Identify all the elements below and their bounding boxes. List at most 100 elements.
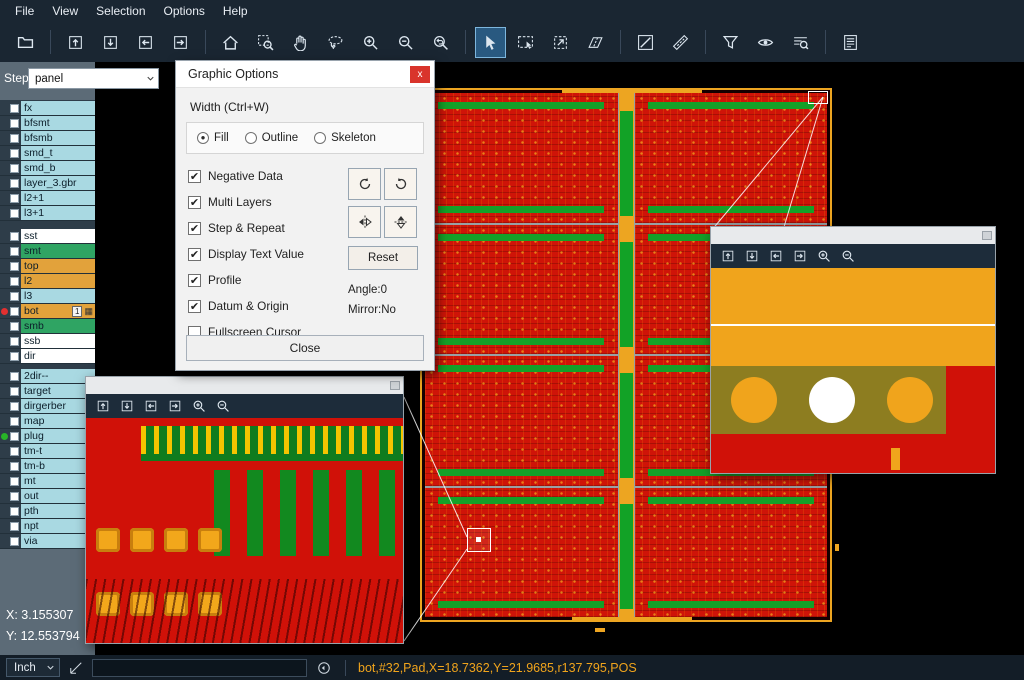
layer-visibility-checkbox[interactable]: [10, 164, 19, 173]
layer-visibility-checkbox[interactable]: [10, 337, 19, 346]
layer-visibility-checkbox[interactable]: [10, 247, 19, 256]
layer-row[interactable]: layer_3.gbr: [0, 176, 95, 191]
layer-visibility-checkbox[interactable]: [10, 507, 19, 516]
layer-visibility-checkbox[interactable]: [10, 149, 19, 158]
layer-row[interactable]: l2+1: [0, 191, 95, 206]
rectangle-select-button[interactable]: [511, 28, 540, 57]
layer-row[interactable]: tm-t: [0, 444, 95, 459]
home-view-button[interactable]: [216, 28, 245, 57]
layer-row[interactable]: npt: [0, 519, 95, 534]
menu-item[interactable]: Help: [214, 2, 257, 20]
layer-cell[interactable]: mt: [21, 474, 95, 488]
line-tool-button[interactable]: [631, 28, 660, 57]
layer-cell[interactable]: 2dir--: [21, 369, 95, 383]
layer-row[interactable]: l3+1: [0, 206, 95, 221]
display-option-checkbox[interactable]: ✔ Display Text Value: [188, 246, 346, 262]
layer-visibility-checkbox[interactable]: [10, 372, 19, 381]
layer-cell[interactable]: dir: [21, 349, 95, 363]
import-top-button[interactable]: [721, 249, 735, 263]
group-select-button[interactable]: [546, 28, 575, 57]
layer-cell[interactable]: l3: [21, 289, 95, 303]
import-bottom-button[interactable]: [120, 399, 134, 413]
layer-cell[interactable]: ssb: [21, 334, 95, 348]
layer-cell[interactable]: out: [21, 489, 95, 503]
layer-row[interactable]: smt: [0, 244, 95, 259]
import-top-button[interactable]: [96, 399, 110, 413]
layer-visibility-checkbox[interactable]: [10, 352, 19, 361]
rotate-ccw-button[interactable]: [384, 168, 417, 200]
layer-cell[interactable]: bot 1 ▦: [21, 304, 95, 318]
layer-cell[interactable]: l2+1: [21, 191, 95, 205]
zoom-view-1[interactable]: [86, 418, 403, 643]
import-right-button[interactable]: [793, 249, 807, 263]
layer-cell[interactable]: smd_b: [21, 161, 95, 175]
reset-button[interactable]: Reset: [348, 246, 418, 270]
visibility-button[interactable]: [751, 28, 780, 57]
measure-button[interactable]: [666, 28, 695, 57]
find-button[interactable]: [786, 28, 815, 57]
layer-row[interactable]: target: [0, 384, 95, 399]
width-mode-radio[interactable]: ● Fill: [197, 132, 229, 144]
dialog-close-button[interactable]: x: [410, 66, 430, 83]
layer-cell[interactable]: top: [21, 259, 95, 273]
import-left-button[interactable]: [131, 28, 160, 57]
layer-visibility-checkbox[interactable]: [10, 462, 19, 471]
layer-row[interactable]: smd_t: [0, 146, 95, 161]
zoom-view-2[interactable]: [711, 268, 995, 473]
layer-visibility-checkbox[interactable]: [10, 387, 19, 396]
window-control-button[interactable]: [390, 381, 400, 390]
layer-visibility-checkbox[interactable]: [10, 262, 19, 271]
display-option-checkbox[interactable]: ✔ Step & Repeat: [188, 220, 346, 236]
layer-row[interactable]: ssb: [0, 334, 95, 349]
zoom-window-titlebar[interactable]: [711, 227, 995, 244]
report-button[interactable]: [836, 28, 865, 57]
layer-row[interactable]: dir: [0, 349, 95, 364]
cursor-select-button[interactable]: [476, 28, 505, 57]
filter-button[interactable]: [716, 28, 745, 57]
menu-item[interactable]: Selection: [87, 2, 154, 20]
layer-row[interactable]: bfsmb: [0, 131, 95, 146]
layer-visibility-checkbox[interactable]: [10, 232, 19, 241]
layer-visibility-checkbox[interactable]: [10, 134, 19, 143]
layer-visibility-checkbox[interactable]: [10, 402, 19, 411]
layer-cell[interactable]: plug: [21, 429, 95, 443]
layer-cell[interactable]: tm-t: [21, 444, 95, 458]
zoom-in-button[interactable]: [192, 399, 206, 413]
rotate-cw-button[interactable]: [348, 168, 381, 200]
zoom-out-button[interactable]: [841, 249, 855, 263]
menu-item[interactable]: View: [43, 2, 87, 20]
layer-visibility-checkbox[interactable]: [10, 447, 19, 456]
import-left-button[interactable]: [144, 399, 158, 413]
layer-cell[interactable]: target: [21, 384, 95, 398]
layer-row[interactable]: sst: [0, 229, 95, 244]
layer-cell[interactable]: smb: [21, 319, 95, 333]
width-mode-radio[interactable]: Skeleton: [314, 132, 376, 144]
layer-visibility-checkbox[interactable]: [10, 307, 19, 316]
step-dropdown[interactable]: panel: [28, 68, 159, 89]
layer-visibility-checkbox[interactable]: [10, 432, 19, 441]
layer-row[interactable]: l2: [0, 274, 95, 289]
layer-row[interactable]: smb: [0, 319, 95, 334]
layer-visibility-checkbox[interactable]: [10, 292, 19, 301]
layer-cell[interactable]: l2: [21, 274, 95, 288]
layer-row[interactable]: smd_b: [0, 161, 95, 176]
zoom-in-button[interactable]: [356, 28, 385, 57]
layer-row[interactable]: bfsmt: [0, 116, 95, 131]
layer-row[interactable]: via: [0, 534, 95, 549]
layer-row[interactable]: bot 1 ▦: [0, 304, 95, 319]
layer-cell[interactable]: via: [21, 534, 95, 548]
import-bottom-button[interactable]: [96, 28, 125, 57]
layer-row[interactable]: pth: [0, 504, 95, 519]
layer-visibility-checkbox[interactable]: [10, 477, 19, 486]
layer-row[interactable]: 2dir--: [0, 369, 95, 384]
import-right-button[interactable]: [168, 399, 182, 413]
layer-cell[interactable]: pth: [21, 504, 95, 518]
layer-visibility-checkbox[interactable]: [10, 322, 19, 331]
layer-visibility-checkbox[interactable]: [10, 417, 19, 426]
zoom-in-button[interactable]: [817, 249, 831, 263]
menu-item[interactable]: File: [6, 2, 43, 20]
zoom-window-button[interactable]: [251, 28, 280, 57]
mirror-vertical-button[interactable]: [384, 206, 417, 238]
layer-visibility-checkbox[interactable]: [10, 179, 19, 188]
layer-row[interactable]: out: [0, 489, 95, 504]
